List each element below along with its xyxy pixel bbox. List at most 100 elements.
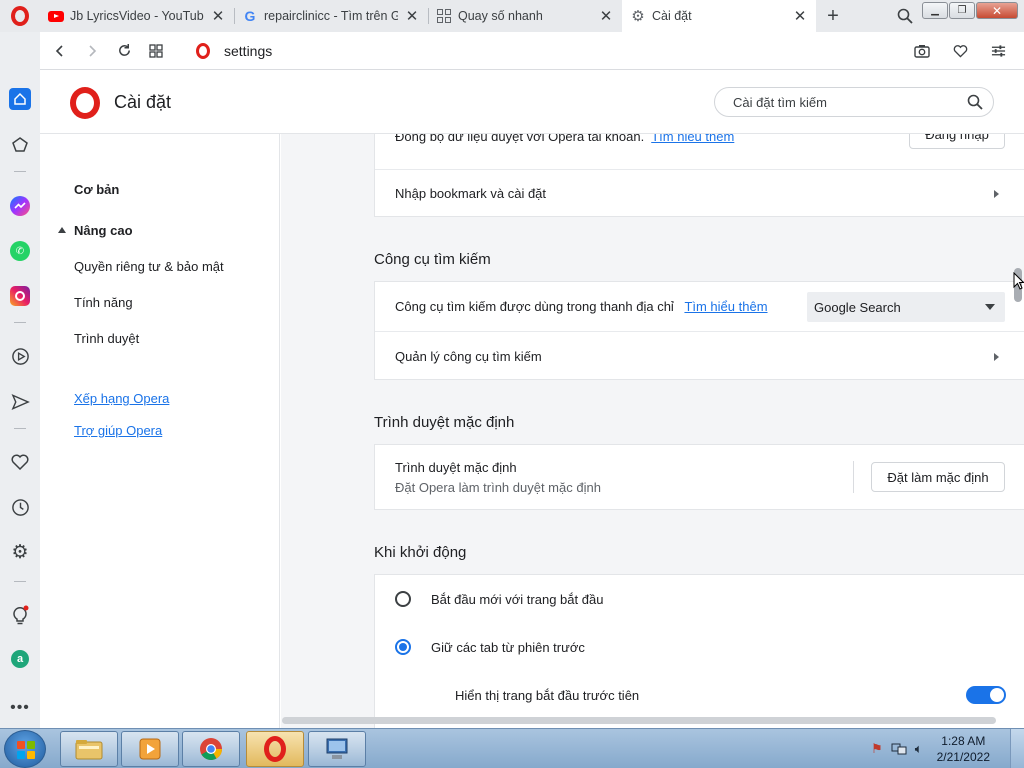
manage-search-engines-row[interactable]: Quản lý công cụ tìm kiếm	[375, 331, 1024, 380]
sidebar-speed-dial[interactable]	[0, 131, 40, 159]
nav-advanced[interactable]: Nâng cao	[74, 223, 133, 238]
sidebar-home[interactable]	[0, 85, 40, 113]
tab-close-icon[interactable]: ✕	[210, 7, 226, 25]
sidebar-instagram[interactable]	[0, 282, 40, 310]
show-desktop-button[interactable]	[1010, 729, 1024, 768]
window-controls: ▁ ❐ ✕	[922, 0, 1024, 32]
tab-close-icon[interactable]: ✕	[792, 7, 808, 25]
sidebar-messenger[interactable]	[0, 192, 40, 220]
settings-search-input[interactable]	[733, 94, 967, 110]
easy-setup-button[interactable]	[982, 35, 1014, 67]
taskbar-network-app[interactable]	[308, 731, 366, 767]
nav-features[interactable]: Tính năng	[74, 295, 133, 310]
login-button[interactable]: Đăng nhập	[909, 134, 1005, 149]
sync-card: Đồng bộ dữ liệu duyệt với Opera tài khoả…	[374, 134, 1024, 217]
tab-title: repairclinicc - Tìm trên Goo	[264, 9, 398, 23]
forward-button[interactable]	[76, 35, 108, 67]
tab-title: Quay số nhanh	[458, 9, 543, 23]
import-bookmarks-label: Nhập bookmark và cài đặt	[395, 186, 547, 201]
nav-browser[interactable]: Trình duyệt	[74, 331, 139, 346]
startup-option-restore[interactable]: Giữ các tab từ phiên trước	[375, 623, 1024, 671]
action-center-flag-icon[interactable]: ⚑	[871, 741, 883, 757]
tab-title: Jb LyricsVideo - YouTube	[70, 9, 204, 23]
url-text: settings	[224, 42, 273, 59]
snapshot-button[interactable]	[906, 35, 938, 67]
address-bar: settings	[40, 32, 1024, 70]
play-circle-icon	[11, 347, 29, 365]
taskbar-file-explorer[interactable]	[60, 731, 118, 767]
sidebar-features[interactable]	[0, 601, 40, 629]
import-bookmarks-row[interactable]: Nhập bookmark và cài đặt	[375, 169, 1024, 217]
search-icon[interactable]	[967, 94, 983, 110]
sidebar-more[interactable]: •••	[0, 694, 40, 722]
camera-icon	[914, 44, 930, 58]
media-player-icon	[139, 738, 161, 760]
start-button[interactable]	[4, 730, 46, 768]
radio-restore-tabs[interactable]	[395, 639, 411, 655]
windows-logo-icon	[17, 741, 35, 759]
nav-privacy-security[interactable]: Quyền riêng tư & bảo mật	[74, 259, 224, 274]
sidebar-my-flow[interactable]	[0, 388, 40, 416]
default-browser-card: Trình duyệt mặc định Đặt Opera làm trình…	[374, 444, 1024, 510]
tab-settings[interactable]: ⚙ Cài đặt ✕	[622, 0, 816, 32]
grid-icon	[149, 43, 163, 58]
startup-option-label: Bắt đầu mới với trang bắt đầu	[431, 592, 604, 607]
sync-learn-more-link[interactable]: Tìm hiểu thêm	[651, 134, 734, 144]
network-icon[interactable]	[891, 742, 907, 756]
clock[interactable]: 1:28 AM 2/21/2022	[937, 733, 990, 765]
bookmark-heart-button[interactable]	[944, 35, 976, 67]
tab-close-icon[interactable]: ✕	[404, 7, 420, 25]
tab-google-search[interactable]: G repairclinicc - Tìm trên Goo ✕	[234, 0, 428, 32]
tab-search-button[interactable]	[888, 0, 922, 32]
sliders-icon	[991, 44, 1005, 57]
sidebar-whatsapp[interactable]: ✆	[0, 237, 40, 265]
maximize-button[interactable]: ❐	[949, 2, 975, 19]
more-icon: •••	[10, 699, 30, 716]
forward-arrow-icon	[89, 44, 97, 57]
tab-speed-dial[interactable]: Quay số nhanh ✕	[428, 0, 622, 32]
rate-opera-link[interactable]: Xếp hạng Opera	[74, 391, 169, 406]
search-engine-select[interactable]: Google Search	[807, 292, 1005, 322]
close-window-button[interactable]: ✕	[976, 2, 1018, 19]
tab-close-icon[interactable]: ✕	[598, 7, 614, 25]
taskbar-chrome[interactable]	[182, 731, 240, 767]
taskbar-media-player[interactable]	[121, 731, 179, 767]
clock-date: 2/21/2022	[936, 749, 990, 764]
page-title: Cài đặt	[114, 92, 172, 112]
set-default-button[interactable]: Đặt làm mặc định	[871, 462, 1005, 492]
collapse-triangle-icon[interactable]	[58, 227, 66, 233]
minimize-button[interactable]: ▁	[922, 2, 948, 19]
sidebar-history[interactable]	[0, 493, 40, 521]
show-start-page-toggle[interactable]	[966, 686, 1006, 704]
show-start-page-row: Hiển thị trang bắt đầu trước tiên	[375, 671, 1024, 719]
settings-nav: Cơ bản Nâng cao Quyền riêng tư & bảo mật…	[40, 134, 280, 728]
opera-help-link[interactable]: Trợ giúp Opera	[74, 423, 162, 438]
default-browser-label: Trình duyệt mặc định	[395, 460, 517, 475]
send-icon	[11, 393, 30, 411]
sidebar-settings[interactable]: ⚙	[0, 538, 40, 566]
default-browser-sublabel: Đặt Opera làm trình duyệt mặc định	[395, 480, 601, 495]
horizontal-scrollbar[interactable]	[282, 717, 996, 724]
reload-button[interactable]	[108, 35, 140, 67]
sidebar-player[interactable]	[0, 342, 40, 370]
search-learn-more-link[interactable]: Tìm hiểu thêm	[684, 299, 767, 314]
url-field[interactable]: settings	[196, 42, 906, 59]
radio-start-fresh[interactable]	[395, 591, 411, 607]
sidebar-aria[interactable]: a	[0, 645, 40, 673]
gear-icon: ⚙	[11, 541, 29, 563]
tab-title: Cài đặt	[652, 9, 692, 23]
sidebar-bookmarks[interactable]	[0, 448, 40, 476]
pentagon-icon	[12, 137, 28, 152]
startup-card: Bắt đầu mới với trang bắt đầu Giữ các ta…	[374, 574, 1024, 728]
startup-option-new[interactable]: Bắt đầu mới với trang bắt đầu	[375, 575, 1024, 623]
nav-basic[interactable]: Cơ bản	[74, 182, 119, 197]
new-tab-button[interactable]: +	[816, 0, 850, 32]
volume-icon[interactable]: 🔈︎	[915, 741, 923, 757]
tabs-overview-button[interactable]	[140, 35, 172, 67]
taskbar-opera[interactable]	[246, 731, 304, 767]
gear-icon: ⚙	[631, 8, 645, 25]
tab-youtube[interactable]: Jb LyricsVideo - YouTube ✕	[40, 0, 234, 32]
back-button[interactable]	[44, 35, 76, 67]
opera-menu-button[interactable]	[0, 0, 40, 32]
show-start-page-label: Hiển thị trang bắt đầu trước tiên	[455, 688, 640, 703]
